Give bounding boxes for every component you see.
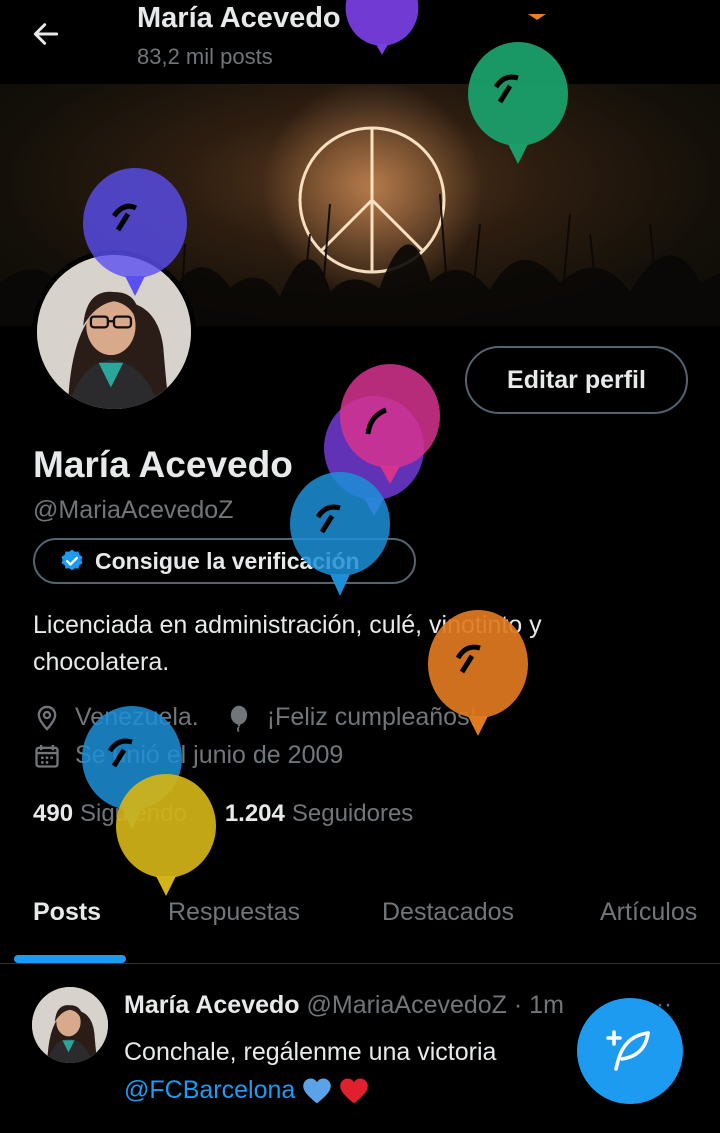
profile-name: María Acevedo [33,444,293,485]
profile-bio: Licenciada en administración, culé, vino… [33,611,542,676]
calendar-icon [35,744,59,768]
profile-avatar[interactable] [32,250,196,414]
followers-count: 1.204 [224,800,285,827]
post-author-avatar[interactable] [32,987,108,1063]
balloon-icon [230,705,247,732]
location-text: Venezuela. [75,703,199,731]
post-mention-link[interactable]: @FCBarcelona [124,1076,295,1104]
feather-plus-icon [606,1030,650,1071]
post-author-handle: @MariaAcevedoZ · 1m [306,991,564,1019]
following-label: Siguiendo [80,800,187,827]
red-heart-icon [340,1078,368,1104]
birthday-item: ¡Feliz cumpleaños! [225,703,477,732]
following-link[interactable]: 490 Siguiendo [33,800,187,828]
post-author-name[interactable]: María Acevedo [124,991,300,1019]
tab-articles[interactable]: Artículos [600,898,697,927]
joined-text: Se unió el junio de 2009 [75,741,344,769]
get-verified-button[interactable]: Consigue la verificación [33,538,416,584]
tab-highlights[interactable]: Destacados [382,898,514,927]
location-pin-icon [37,705,57,731]
profile-joined-row: Se unió el junio de 2009 [33,741,343,770]
avatar-image [32,987,108,1063]
profile-handle: @MariaAcevedoZ [33,496,234,524]
compose-post-button[interactable] [577,998,683,1104]
followers-label: Seguidores [291,800,414,827]
followers-link[interactable]: 1.204 Seguidores [225,800,413,828]
post-body: Conchale, regálenme una victoria [124,1038,497,1066]
arrow-left-icon [33,23,59,45]
balloon-decoration [324,396,424,516]
profile-tabs: Posts Respuestas Destacados Artículos [0,872,720,964]
joined-item: Se unió el junio de 2009 [33,741,343,770]
back-button[interactable] [30,18,70,52]
balloon-decoration [340,364,440,484]
top-bar: María Acevedo 83,2 mil posts [0,0,720,84]
profile-meta-row: Venezuela. ¡Feliz cumpleaños! [33,703,477,732]
tab-replies[interactable]: Respuestas [168,898,300,927]
post-header: María Acevedo @MariaAcevedoZ · 1m [124,991,564,1020]
header-title: María Acevedo [137,2,341,34]
location-item: Venezuela. [33,703,199,732]
follow-stats: 490 Siguiendo 1.204 Seguidores [33,800,413,828]
header-post-count: 83,2 mil posts [137,44,273,69]
post-text: Conchale, regálenme una victoria @FCBarc… [124,1033,496,1109]
blue-heart-icon [303,1078,331,1104]
verified-badge-icon [61,549,83,571]
avatar-image [37,255,191,409]
edit-profile-button[interactable]: Editar perfil [465,346,688,414]
following-count: 490 [33,800,74,827]
tab-posts[interactable]: Posts [33,898,101,927]
get-verified-label: Consigue la verificación [95,547,360,574]
active-tab-indicator [14,955,126,963]
birthday-text: ¡Feliz cumpleaños! [266,703,477,731]
